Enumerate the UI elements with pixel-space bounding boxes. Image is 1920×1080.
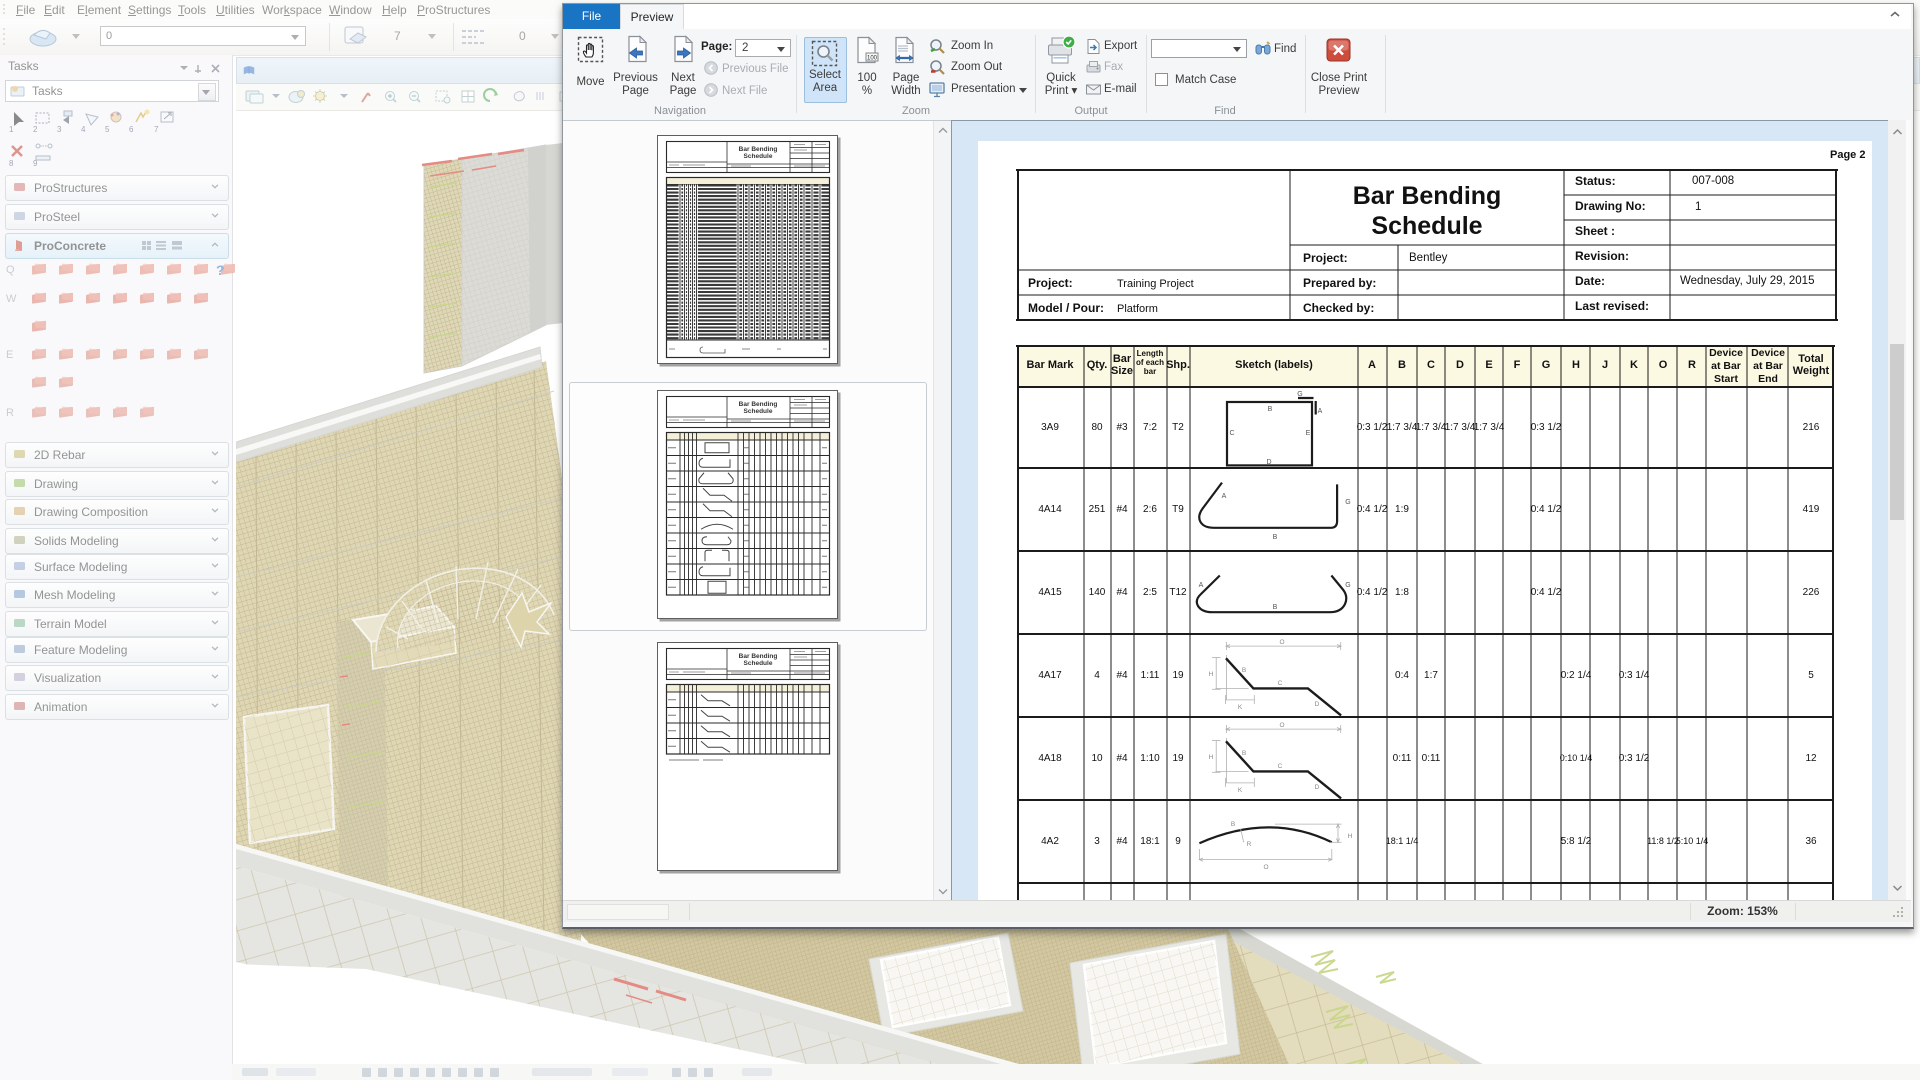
svg-text:K: K — [1238, 787, 1243, 794]
svg-text:G: G — [1345, 499, 1350, 506]
svg-text:Schedule: Schedule — [744, 660, 773, 667]
svg-text:H: H — [1348, 833, 1353, 840]
svg-text:B: B — [1268, 406, 1273, 413]
svg-text:B: B — [1242, 667, 1246, 674]
svg-text:Bar Bending: Bar Bending — [739, 653, 778, 660]
svg-text:C: C — [1278, 680, 1283, 687]
svg-text:D: D — [1315, 701, 1320, 708]
svg-text:B: B — [1242, 750, 1246, 757]
svg-text:B: B — [1273, 604, 1278, 611]
svg-text:O: O — [1263, 864, 1268, 871]
svg-text:E: E — [1306, 430, 1311, 437]
svg-text:O: O — [1279, 639, 1284, 646]
svg-text:H: H — [1209, 754, 1214, 761]
svg-text:D: D — [1315, 784, 1320, 791]
svg-text:B: B — [1273, 534, 1278, 541]
svg-text:Schedule: Schedule — [744, 408, 773, 415]
svg-text:G: G — [1345, 582, 1350, 589]
svg-text:C: C — [1229, 430, 1234, 437]
svg-text:A: A — [1199, 582, 1204, 589]
svg-text:K: K — [1238, 704, 1243, 711]
svg-text:Bar Bending: Bar Bending — [739, 401, 778, 408]
svg-text:D: D — [1266, 459, 1271, 466]
svg-text:R: R — [1247, 841, 1252, 848]
svg-text:A: A — [1222, 493, 1227, 500]
svg-text:G: G — [1297, 391, 1302, 398]
svg-text:C: C — [1278, 763, 1283, 770]
svg-text:Bar Bending: Bar Bending — [739, 146, 778, 153]
svg-text:O: O — [1279, 722, 1284, 729]
svg-text:H: H — [1209, 671, 1214, 678]
svg-text:100: 100 — [867, 56, 878, 62]
svg-text:Schedule: Schedule — [744, 153, 773, 160]
svg-text:A: A — [1318, 408, 1323, 415]
svg-text:B: B — [1231, 821, 1235, 828]
